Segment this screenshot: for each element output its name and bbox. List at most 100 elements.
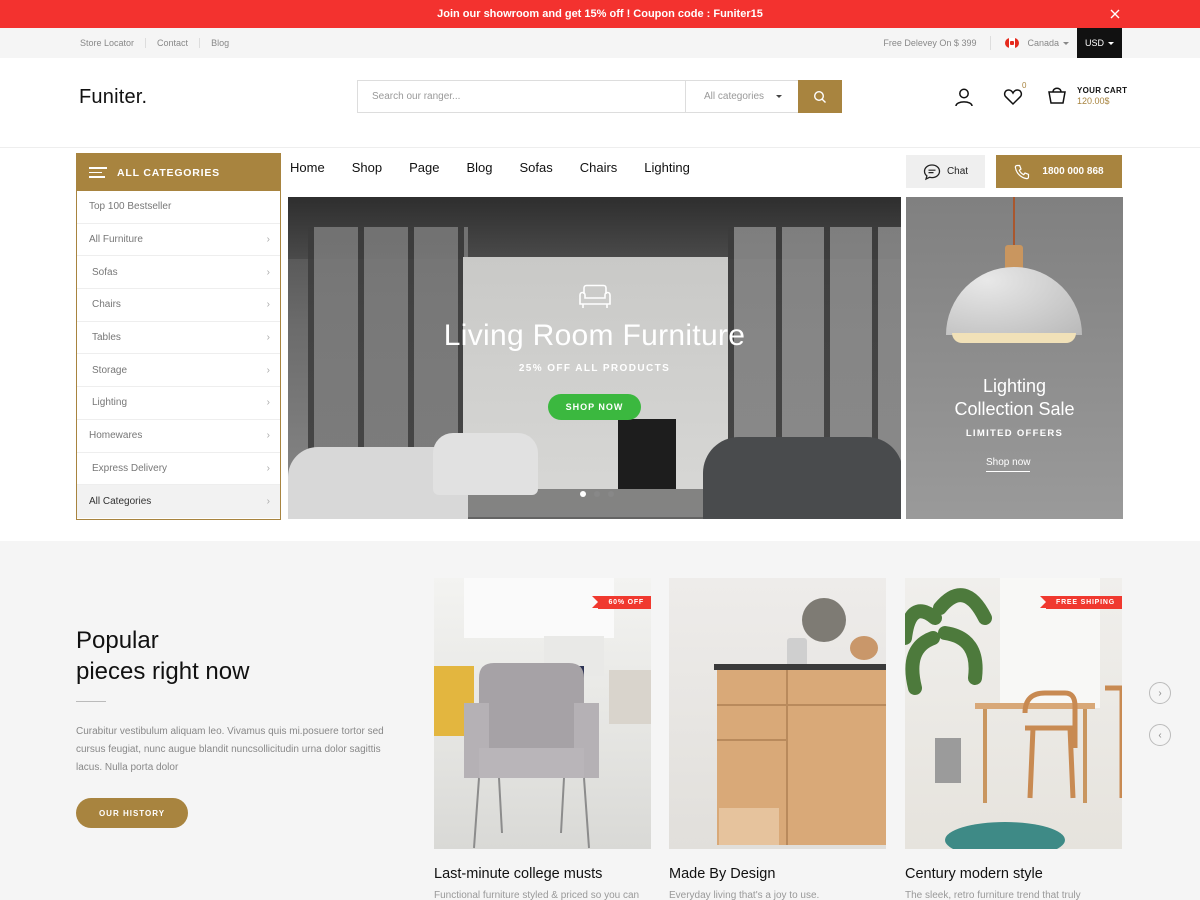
nav-item-sofas[interactable]: Sofas: [519, 160, 552, 175]
user-icon[interactable]: [954, 87, 974, 107]
category-item-chairs[interactable]: Chairs ›: [77, 289, 280, 322]
category-item-label: Sofas: [92, 266, 118, 278]
currency-selector[interactable]: USD: [1077, 28, 1122, 58]
cabinet-image: [714, 598, 886, 845]
chevron-right-icon: ›: [266, 299, 270, 311]
product-card[interactable]: 60% OFF Last-minute college musts Functi…: [434, 578, 651, 900]
product-card[interactable]: FREE SHIPING Century modern style The sl…: [905, 578, 1122, 900]
search-icon: [813, 90, 826, 103]
carousel-prev-button[interactable]: ‹: [1149, 724, 1171, 746]
nav-item-shop[interactable]: Shop: [352, 160, 382, 175]
card-description: Functional furniture styled & priced so …: [434, 890, 640, 900]
search-input[interactable]: Search our ranger...: [358, 81, 685, 112]
category-item-homewares[interactable]: Homewares ›: [77, 420, 280, 453]
chevron-right-icon: ›: [266, 364, 270, 376]
chevron-left-icon: ‹: [1158, 729, 1162, 741]
search-button[interactable]: [798, 80, 842, 113]
banner-subtitle: LIMITED OFFERS: [965, 428, 1064, 439]
product-image[interactable]: 60% OFF: [434, 578, 651, 849]
sofa-icon: [578, 284, 611, 308]
canada-flag-icon: [1005, 38, 1020, 48]
card-title[interactable]: Century modern style: [905, 866, 1122, 882]
divider: [76, 701, 106, 702]
free-shipping-badge: FREE SHIPING: [1040, 596, 1122, 609]
slider-dot[interactable]: [580, 491, 586, 497]
main-nav: Home Shop Page Blog Sofas Chairs Lightin…: [290, 160, 717, 175]
heart-icon[interactable]: [1003, 87, 1023, 107]
close-icon[interactable]: [1106, 5, 1124, 23]
nav-item-page[interactable]: Page: [409, 160, 439, 175]
chat-button[interactable]: Chat: [906, 155, 985, 188]
discount-badge: 60% OFF: [592, 596, 651, 609]
lamp-image: [1013, 197, 1015, 247]
category-item-label: Top 100 Bestseller: [89, 201, 172, 213]
lighting-banner: Lighting Collection Sale LIMITED OFFERS …: [906, 197, 1123, 519]
category-item-lighting[interactable]: Lighting ›: [77, 387, 280, 420]
site-header: Funiter. Search our ranger... All catego…: [0, 58, 1200, 148]
banner-title-line2: Collection Sale: [954, 399, 1075, 419]
chevron-right-icon: ›: [266, 462, 270, 474]
category-item-express-delivery[interactable]: Express Delivery ›: [77, 453, 280, 486]
category-item-top-100[interactable]: Top 100 Bestseller: [77, 191, 280, 224]
section-title-line1: Popular: [76, 627, 159, 654]
category-select-label: All categories: [704, 91, 765, 102]
menu-icon: [89, 164, 107, 181]
category-item-storage[interactable]: Storage ›: [77, 354, 280, 388]
category-item-all-categories[interactable]: All Categories ›: [77, 485, 280, 518]
section-description: Curabitur vestibulum aliquam leo. Vivamu…: [76, 726, 384, 773]
product-card[interactable]: Made By Design Everyday living that's a …: [669, 578, 886, 900]
contact-link[interactable]: Contact: [145, 38, 199, 48]
slider-dot[interactable]: [594, 491, 600, 497]
carousel-next-button[interactable]: ›: [1149, 682, 1171, 704]
phone-button[interactable]: 1800 000 868: [996, 155, 1122, 188]
category-header[interactable]: ALL CATEGORIES: [77, 154, 280, 191]
lamp-image: [946, 267, 1082, 335]
blog-link[interactable]: Blog: [199, 38, 240, 48]
category-header-label: ALL CATEGORIES: [117, 166, 220, 179]
search-bar: Search our ranger... All categories: [357, 80, 842, 113]
card-title[interactable]: Made By Design: [669, 866, 886, 882]
chevron-down-icon: [1063, 41, 1069, 45]
hero-content: Living Room Furniture 25% OFF ALL PRODUC…: [288, 283, 901, 420]
dining-set-image: [905, 578, 1122, 849]
hero-subtitle: 25% OFF ALL PRODUCTS: [518, 363, 671, 374]
slider-dot[interactable]: [608, 491, 614, 497]
our-history-button[interactable]: OUR HISTORY: [76, 798, 188, 828]
shopping-bag-icon[interactable]: [1047, 85, 1067, 105]
category-item-all-furniture[interactable]: All Furniture ›: [77, 224, 280, 257]
nav-item-lighting[interactable]: Lighting: [644, 160, 690, 175]
banner-title-line1: Lighting: [982, 376, 1047, 396]
phone-number: 1800 000 868: [1042, 166, 1104, 177]
shop-now-button[interactable]: SHOP NOW: [547, 394, 642, 420]
category-item-sofas[interactable]: Sofas ›: [77, 256, 280, 290]
category-item-label: Chairs: [92, 299, 121, 311]
category-item-label: All Furniture: [89, 234, 143, 246]
chat-bubble-icon: [923, 163, 941, 180]
cart-total: 120.00$: [1077, 96, 1110, 106]
card-description: Everyday living that's a joy to use.: [669, 890, 820, 900]
promo-bar: Join our showroom and get 15% off ! Coup…: [0, 0, 1200, 28]
country-selector[interactable]: Canada: [990, 36, 1077, 50]
hero-background: [433, 433, 538, 495]
store-locator-link[interactable]: Store Locator: [80, 38, 145, 48]
category-item-tables[interactable]: Tables ›: [77, 322, 280, 355]
nav-item-chairs[interactable]: Chairs: [580, 160, 618, 175]
top-bar: Store Locator Contact Blog Free Delevey …: [0, 28, 1200, 58]
chevron-right-icon: ›: [266, 496, 270, 508]
category-item-label: All Categories: [89, 496, 152, 508]
logo[interactable]: Funiter.: [79, 86, 147, 109]
nav-item-home[interactable]: Home: [290, 160, 325, 175]
banner-title: Lighting Collection Sale: [906, 375, 1123, 421]
card-title[interactable]: Last-minute college musts: [434, 866, 651, 882]
slider-dots: [580, 491, 622, 497]
category-select[interactable]: All categories: [685, 81, 798, 112]
category-item-label: Lighting: [92, 397, 128, 409]
banner-shop-now-link[interactable]: Shop now: [986, 457, 1031, 472]
chevron-right-icon: ›: [266, 332, 270, 344]
product-image[interactable]: FREE SHIPING: [905, 578, 1122, 849]
chevron-right-icon: ›: [266, 397, 270, 409]
hero-background: [703, 437, 901, 519]
cart-summary[interactable]: YOUR CART 120.00$: [1077, 85, 1127, 107]
product-image[interactable]: [669, 578, 886, 849]
nav-item-blog[interactable]: Blog: [466, 160, 492, 175]
